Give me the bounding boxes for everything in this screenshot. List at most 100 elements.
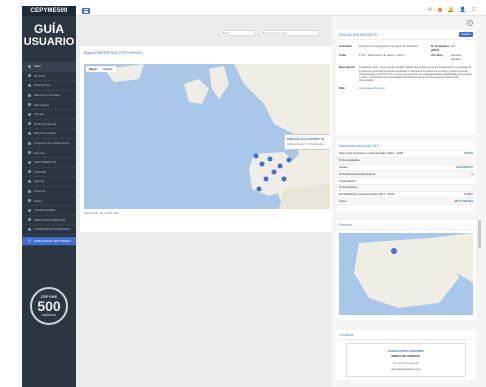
contact-linkedin[interactable]: Su perfil de LinkedIn	[352, 361, 460, 365]
map-pin[interactable]	[271, 169, 277, 175]
stats-label: Tasa anual crecimiento ventas períodos (…	[339, 152, 404, 156]
map-pin[interactable]	[263, 176, 269, 182]
bell-icon[interactable]: 🔔	[448, 7, 454, 13]
stats-label: Nº Participaciones Extranjeras	[339, 172, 376, 176]
nav-icon	[28, 112, 31, 116]
map-footer: Mostrando: 20 / Total: 500	[84, 211, 119, 215]
nav-icon	[28, 151, 31, 155]
company-details: Actividad Fabricación de productos de pap…	[336, 44, 476, 62]
contacts-title: Contactos	[336, 330, 476, 340]
direction-card: Dirección	[336, 220, 476, 320]
detail-v2: Asturias - España	[451, 53, 463, 61]
map-pin[interactable]	[267, 156, 273, 162]
companies-map[interactable]: Mapa Satélite EMILIAN SAN ANDRÉS SL call…	[84, 64, 330, 209]
sidebar-item-4[interactable]: Mensajería	[22, 100, 76, 110]
sidebar-item-7[interactable]: Bolsa de empleo	[22, 129, 76, 139]
mail-icon[interactable]: ✉	[428, 7, 432, 13]
sidebar-item-16[interactable]: SERVICIOS PREMIUM	[22, 216, 76, 226]
contact-name[interactable]: RAMÓN PEREZ MARTINEZ	[352, 349, 460, 353]
stats-card: Datos económicos del 2015 Tasa anual cre…	[336, 141, 476, 211]
sidebar-item-label: Eventos	[34, 150, 45, 155]
nav-icon	[28, 64, 31, 68]
sidebar-item-0[interactable]: Inicio	[22, 62, 76, 72]
map-pin[interactable]	[286, 157, 292, 163]
detail-k2: Nº empleados (2015)	[431, 44, 450, 52]
sidebar-item-15[interactable]: CONDICIONES	[22, 206, 76, 216]
map-pin[interactable]	[281, 176, 287, 182]
sidebar-item-3[interactable]: Mapa de empresas	[22, 91, 76, 101]
stats-row: Rentabilidad económica período (2012 - 2…	[336, 192, 476, 199]
menu-toggle-button[interactable]	[82, 8, 90, 14]
sidebar-item-label: Bolsa de empleo	[34, 131, 57, 136]
sidebar-item-1[interactable]: Mi Perfil	[22, 72, 76, 82]
nav-icon	[28, 218, 31, 222]
notification-badge[interactable]: 3	[437, 8, 442, 12]
nav-icon	[28, 208, 31, 212]
detail-row: Cnae 1712 - Fabricación de papel y cartón…	[336, 53, 476, 62]
direction-pin[interactable]	[391, 248, 397, 254]
sidebar-item-17[interactable]: COMPARTIR PROGRAMA	[22, 225, 76, 235]
popup-title[interactable]: EMILIAN SAN ANDRÉS SL	[287, 137, 325, 141]
nav-icon	[28, 227, 31, 231]
nav-icon	[28, 131, 31, 135]
stats-value: 34,90%	[463, 152, 473, 156]
sidebar-item-label: FAQs	[34, 198, 42, 203]
sidebar-item-18[interactable]: PUBLICIDAD CEPYME500	[22, 236, 76, 247]
web-row: Web www.sanandres.com	[336, 86, 476, 92]
sidebar-item-2[interactable]: Mi Empresa	[22, 81, 76, 91]
sidebar-item-6[interactable]: Notas de prensa	[22, 120, 76, 130]
direction-title: Dirección	[336, 220, 476, 230]
stats-row: Nº de Empleados	[336, 157, 476, 165]
sidebar-item-label: Premios	[34, 189, 46, 194]
detail-row: Actividad Fabricación de productos de pap…	[336, 44, 476, 53]
map-panel-title: Mapa EMPRESAS CEPYME500	[84, 50, 143, 55]
detail-k: Cnae	[339, 53, 346, 58]
sidebar-item-5[interactable]: Ofertas	[22, 110, 76, 120]
stats-value: 28.177.993.912	[454, 199, 473, 203]
sidebar-item-10[interactable]: CEPYME500 TV	[22, 158, 76, 168]
sidebar-item-13[interactable]: Premios	[22, 187, 76, 197]
contact-email[interactable]: rperez@sanandres.com	[352, 367, 460, 371]
stats-label: Nº de Patentes	[339, 186, 358, 190]
popup-address: calle del Sureste 7, 33121 Asturias	[287, 143, 324, 146]
nav-icon	[28, 141, 31, 145]
sidebar-item-14[interactable]: FAQs	[22, 196, 76, 206]
sidebar-item-label: Mi Empresa	[34, 83, 51, 88]
map-pin[interactable]	[253, 153, 259, 159]
sidebar-item-11[interactable]: Actividad	[22, 168, 76, 178]
sidebar-item-label: Actividad	[34, 169, 47, 174]
direction-map[interactable]	[339, 233, 473, 315]
favorite-button[interactable]: Favorito	[459, 32, 473, 37]
web-link[interactable]: www.sanandres.com	[359, 87, 473, 91]
map-popup[interactable]: EMILIAN SAN ANDRÉS SL calle del Sureste …	[284, 134, 330, 150]
map-type-satellite[interactable]: Satélite	[100, 66, 116, 72]
contact-role: DIRECTOR GENERAL	[391, 354, 421, 358]
stats-row: Nº Participaciones Extranjeras 9	[336, 171, 476, 179]
sidebar-item-9[interactable]: Eventos	[22, 148, 76, 158]
map-pin[interactable]	[256, 186, 262, 192]
nav-icon	[28, 239, 31, 243]
nav-icon	[28, 199, 31, 203]
sidebar-item-12[interactable]: Agenda	[22, 177, 76, 187]
company-search-input[interactable]: Buscar por empresas	[259, 30, 319, 36]
nav-icon	[28, 93, 31, 97]
close-icon[interactable]: ×	[467, 20, 473, 26]
map-type-map[interactable]: Mapa	[86, 66, 100, 72]
stats-label: Consolidación	[339, 179, 356, 183]
map-pin[interactable]	[259, 161, 265, 167]
web-label: Web	[339, 86, 345, 91]
sidebar-item-label: Agenda	[34, 179, 45, 184]
sidebar-item-label: COMPARTIR PROGRAMA	[34, 227, 71, 232]
user-icon[interactable]: 👤	[460, 7, 466, 13]
sidebar-item-8[interactable]: Programa de colaboración	[22, 139, 76, 149]
sidebar-item-label: Mi Perfil	[34, 73, 45, 78]
map-pin[interactable]	[277, 163, 283, 169]
search-input[interactable]: Buscar	[219, 30, 255, 36]
seal-number: 500	[37, 298, 61, 314]
stats-label: Nº de Empleados	[339, 159, 360, 163]
direction-map-svg	[339, 233, 473, 315]
logout-icon[interactable]: ⎋	[472, 7, 476, 13]
brand-header[interactable]: CEPYME500	[22, 6, 76, 16]
stats-title: Datos económicos del 2015	[336, 141, 476, 151]
scrollbar[interactable]	[478, 220, 481, 248]
